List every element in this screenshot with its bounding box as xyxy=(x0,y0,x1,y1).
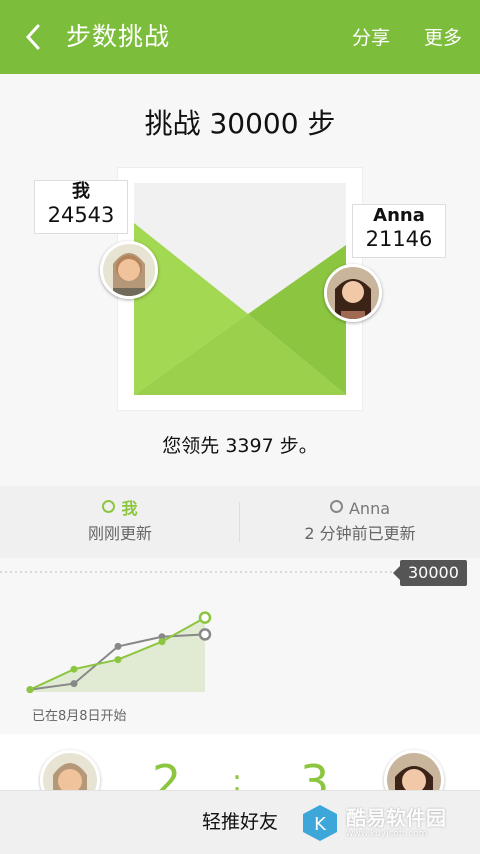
participant-legend: 我 刚刚更新 Anna 2 分钟前已更新 xyxy=(0,486,480,558)
scoreboard: 2 : 3 xyxy=(0,734,480,790)
watermark-text: 酷易软件园 xyxy=(346,805,446,830)
challenge-title: 挑战 30000 步 xyxy=(144,107,336,140)
scoreboard-anna-avatar xyxy=(384,750,444,790)
anna-point xyxy=(70,680,78,688)
legend-anna-name: Anna xyxy=(348,499,391,518)
chevron-left-icon xyxy=(25,24,40,50)
scoreboard-me-avatar xyxy=(40,750,100,790)
page-title: 步数挑战 xyxy=(66,22,171,51)
me-point xyxy=(198,611,212,624)
legend-divider xyxy=(239,502,240,542)
svg-text:K: K xyxy=(314,814,327,835)
legend-anna: Anna 2 分钟前已更新 xyxy=(240,498,480,546)
me-area xyxy=(30,617,205,692)
me-steps-bubble: 我 24543 xyxy=(34,180,128,234)
back-button[interactable] xyxy=(20,20,46,54)
site-watermark: K 酷易软件园 www.kuyisoft.com xyxy=(300,800,480,846)
me-point xyxy=(114,656,122,664)
legend-anna-status: 2 分钟前已更新 xyxy=(304,524,416,543)
score-left: 2 xyxy=(152,755,182,790)
legend-me-status: 刚刚更新 xyxy=(87,524,152,543)
legend-me-name: 我 xyxy=(121,499,138,518)
anna-name: Anna xyxy=(373,205,425,226)
share-button[interactable]: 分享 xyxy=(352,24,390,52)
me-name: 我 xyxy=(72,181,90,202)
me-point xyxy=(26,686,34,694)
gray-ring-icon xyxy=(329,500,343,513)
watermark-logo-icon: K xyxy=(303,805,337,841)
score-separator: : xyxy=(232,764,243,790)
me-avatar[interactable] xyxy=(100,241,158,299)
me-point xyxy=(70,665,78,673)
anna-point xyxy=(114,642,122,650)
legend-me: 我 刚刚更新 xyxy=(0,498,240,546)
me-steps: 24543 xyxy=(47,203,115,227)
green-ring-icon xyxy=(102,500,116,513)
score-right: 3 xyxy=(300,755,330,790)
anna-point xyxy=(198,628,212,641)
lead-message: 您领先 3397 步。 xyxy=(162,435,318,457)
anna-steps: 21146 xyxy=(365,227,433,251)
top-app-bar: 步数挑战 分享 更多 xyxy=(0,0,480,74)
me-point xyxy=(158,638,166,646)
goal-tag: 30000 xyxy=(393,560,467,586)
more-button[interactable]: 更多 xyxy=(424,24,462,52)
envelope-graphic xyxy=(134,183,346,395)
start-date-label: 已在8月8日开始 xyxy=(32,709,127,724)
anna-avatar[interactable] xyxy=(324,264,382,322)
anna-steps-bubble: Anna 21146 xyxy=(352,204,446,258)
watermark-subtext: www.kuyisoft.com xyxy=(346,828,428,839)
